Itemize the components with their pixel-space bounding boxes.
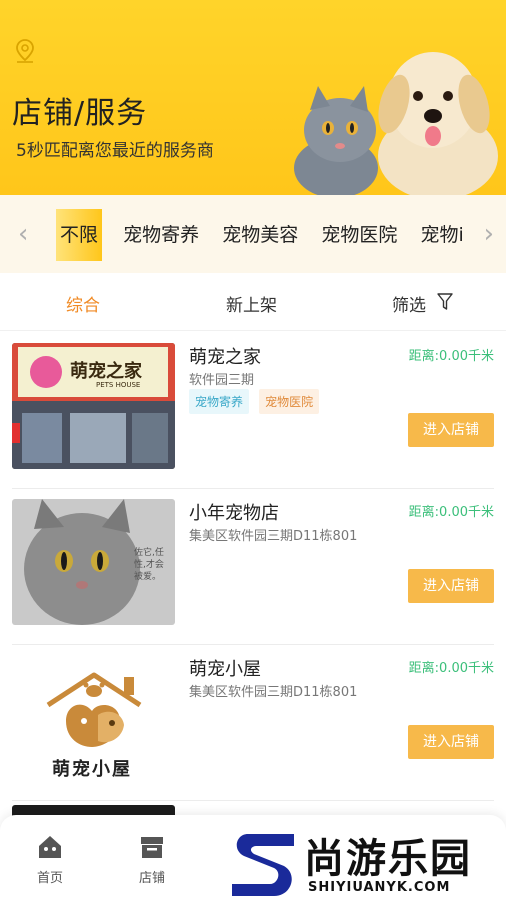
store-address: 集美区软件园三期D11栋801 bbox=[189, 685, 358, 700]
store-tags: 宠物寄养 宠物医院 bbox=[189, 389, 324, 414]
store-photo-caption: 佐它,任性,才会被爱。 bbox=[134, 548, 164, 582]
nav-store-label: 店铺 bbox=[138, 871, 165, 886]
category-tab-more[interactable]: 宠物i bbox=[418, 209, 462, 261]
watermark-en: SHIYIUANYK.COM bbox=[308, 880, 451, 895]
store-address: 软件园三期 bbox=[189, 373, 255, 388]
enter-store-button[interactable]: 进入店铺 bbox=[408, 569, 494, 603]
chevron-right-icon[interactable]: › bbox=[484, 219, 494, 249]
sort-tab-new[interactable]: 新上架 bbox=[226, 291, 277, 316]
category-tab-grooming[interactable]: 宠物美容 bbox=[220, 209, 300, 261]
nav-home-label: 首页 bbox=[36, 871, 63, 886]
store-distance: 距离:0.00千米 bbox=[408, 661, 494, 676]
store-name: 小年宠物店 bbox=[189, 503, 279, 524]
sort-tab-comprehensive[interactable]: 综合 bbox=[66, 291, 100, 316]
nav-store[interactable]: 店铺 bbox=[122, 833, 182, 886]
category-tab-hospital[interactable]: 宠物医院 bbox=[319, 209, 399, 261]
category-strip: ‹ 不限 宠物寄养 宠物美容 宠物医院 宠物i › bbox=[0, 195, 506, 273]
watermark-logo bbox=[232, 834, 294, 896]
location-icon[interactable] bbox=[14, 38, 36, 64]
sort-bar: 综合 新上架 筛选 bbox=[0, 273, 506, 331]
store-address: 集美区软件园三期D11栋801 bbox=[189, 529, 358, 544]
home-icon bbox=[39, 836, 61, 858]
store-logo-text: 萌宠小屋 bbox=[52, 759, 132, 780]
enter-store-button[interactable]: 进入店铺 bbox=[408, 725, 494, 759]
watermark: 尚游乐园 SHIYIUANYK.COM bbox=[228, 822, 506, 900]
category-tab-boarding[interactable]: 宠物寄养 bbox=[121, 209, 201, 261]
enter-store-button[interactable]: 进入店铺 bbox=[408, 413, 494, 447]
store-photo: 佐它,任性,才会被爱。 bbox=[12, 499, 175, 625]
store-distance: 距离:0.00千米 bbox=[408, 505, 494, 520]
category-tabs: 不限 宠物寄养 宠物美容 宠物医院 宠物i bbox=[56, 209, 462, 261]
category-tab-all[interactable]: 不限 bbox=[56, 209, 103, 261]
store-tag: 宠物寄养 bbox=[189, 389, 250, 414]
watermark-cn: 尚游乐园 bbox=[304, 836, 472, 882]
nav-home[interactable]: 首页 bbox=[20, 833, 80, 886]
pets-illustration bbox=[294, 52, 498, 195]
page-title: 店铺/服务 bbox=[12, 96, 148, 131]
chevron-left-icon[interactable]: ‹ bbox=[18, 219, 28, 249]
store-tag: 宠物医院 bbox=[259, 389, 320, 414]
store-logo: 萌宠小屋 bbox=[12, 655, 175, 781]
store-card[interactable]: 萌宠小屋 萌宠小屋 集美区软件园三期D11栋801 距离:0.00千米 进入店铺 bbox=[12, 645, 494, 801]
store-name: 萌宠小屋 bbox=[189, 659, 261, 680]
store-icon bbox=[141, 837, 163, 858]
store-sign-subtext: PETS HOUSE bbox=[96, 381, 141, 389]
store-sign-text: 萌宠之家 bbox=[70, 361, 142, 382]
sort-tab-filter[interactable]: 筛选 bbox=[392, 291, 426, 316]
store-card[interactable]: 萌宠之家 PETS HOUSE 萌宠之家 软件园三期 距离:0.00千米 宠物寄… bbox=[12, 333, 494, 489]
store-distance: 距离:0.00千米 bbox=[408, 349, 494, 364]
store-name: 萌宠之家 bbox=[189, 347, 261, 368]
filter-icon[interactable] bbox=[437, 293, 453, 311]
page-subtitle: 5秒匹配离您最近的服务商 bbox=[16, 141, 214, 161]
store-card[interactable]: 佐它,任性,才会被爱。 小年宠物店 集美区软件园三期D11栋801 距离:0.0… bbox=[12, 489, 494, 645]
header-banner: 店铺/服务 5秒匹配离您最近的服务商 bbox=[0, 0, 506, 195]
store-photo: 萌宠之家 PETS HOUSE bbox=[12, 343, 175, 469]
